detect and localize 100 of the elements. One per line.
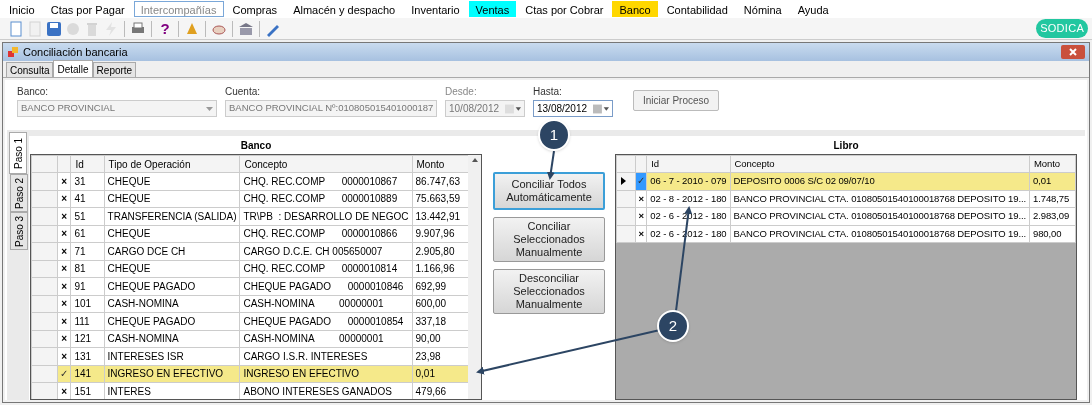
table-cell: CARGO I.S.R. INTERESES xyxy=(239,347,412,365)
table-cell: 71 xyxy=(70,242,105,260)
table-cell: CASH-NOMINA 00000001 xyxy=(239,330,412,348)
step-tab[interactable]: Paso 3 xyxy=(10,212,28,250)
table-cell: BANCO PROVINCIAL CTA. 01080501540100018768 DEPOSITO 19... xyxy=(730,207,1030,225)
table-cell: CASH-NOMINA 00000001 xyxy=(239,295,412,313)
table-cell: TR\PB : DESARROLLO DE NEGOC xyxy=(239,207,412,225)
table-cell: CHEQUE xyxy=(104,190,240,208)
status-mark: × xyxy=(61,210,68,222)
status-mark: × xyxy=(61,263,68,275)
window-title: Conciliación bancaria xyxy=(23,44,128,60)
step-tab[interactable]: Paso 2 xyxy=(10,174,28,212)
table-cell: INGRESO EN EFECTIVO xyxy=(239,365,412,383)
status-mark: × xyxy=(61,333,68,345)
status-mark: × xyxy=(61,280,68,292)
column-header[interactable]: Tipo de Operación xyxy=(104,155,240,173)
table-cell: 61 xyxy=(70,225,105,243)
table-cell: 131 xyxy=(70,347,105,365)
table-cell: TRANSFERENCIA (SALIDA) xyxy=(104,207,240,225)
table-cell: CHQ. REC.COMP 0000010814 xyxy=(239,260,412,278)
tab[interactable]: Reporte xyxy=(92,62,137,77)
table-cell: 1.748,75 xyxy=(1029,190,1076,208)
menu-item[interactable]: Compras xyxy=(225,1,285,17)
logo-badge: SODICA xyxy=(1036,19,1088,38)
help-icon[interactable]: ? xyxy=(157,20,173,37)
status-mark: × xyxy=(61,228,68,240)
table-cell: CASH-NOMINA xyxy=(104,295,240,313)
table-cell: CHEQUE PAGADO 0000010846 xyxy=(239,277,412,295)
table-cell: 91 xyxy=(70,277,105,295)
status-mark: ✓ xyxy=(637,175,646,187)
scroll-up-icon xyxy=(471,158,478,162)
menu-item[interactable]: Ctas por Pagar xyxy=(43,1,132,17)
close-button[interactable] xyxy=(1061,45,1085,59)
menu-item[interactable]: Ayuda xyxy=(790,1,836,17)
menu-item[interactable]: Banco xyxy=(612,1,658,17)
menu-item[interactable]: Ventas xyxy=(468,1,517,17)
column-header[interactable]: Concepto xyxy=(239,155,412,173)
save-icon[interactable] xyxy=(46,20,62,37)
tab[interactable]: Detalle xyxy=(53,60,93,77)
date-picker[interactable]: 13/08/2012 xyxy=(533,100,613,117)
table-cell: CHEQUE xyxy=(104,260,240,278)
table-cell: 06 - 7 - 2010 - 079 xyxy=(646,172,730,190)
field-label: Banco: xyxy=(17,85,50,99)
status-mark: × xyxy=(61,315,68,327)
dropdown-caret-icon xyxy=(206,106,213,111)
table-cell: 81 xyxy=(70,260,105,278)
table-cell: INGRESO EN EFECTIVO xyxy=(104,365,240,383)
window-icon xyxy=(7,46,19,58)
table-cell: 980,00 xyxy=(1029,225,1076,243)
table-cell: 121 xyxy=(70,330,105,348)
menu-item[interactable]: Nómina xyxy=(736,1,789,17)
status-mark: × xyxy=(61,245,68,257)
step-tab[interactable]: Paso 1 xyxy=(9,132,27,174)
panel-title: Libro xyxy=(832,139,860,153)
column-header[interactable]: Id xyxy=(70,155,105,173)
table-cell: CARGO D.C.E. CH 005650007 xyxy=(239,242,412,260)
table-cell: 141 xyxy=(70,365,105,383)
status-mark: × xyxy=(61,350,68,362)
column-header[interactable]: Concepto xyxy=(730,155,1030,173)
table-cell: BANCO PROVINCIAL CTA. 01080501540100018768 DEPOSITO 19... xyxy=(730,190,1030,208)
menu-item[interactable]: Ctas por Cobrar xyxy=(518,1,611,17)
table-cell: CHEQUE PAGADO xyxy=(104,312,240,330)
menu-item[interactable]: Inicio xyxy=(2,1,42,17)
action-button[interactable]: Conciliar Todos Automáticamente xyxy=(493,172,605,210)
column-header[interactable]: Monto xyxy=(1029,155,1076,173)
action-button[interactable]: Conciliar Seleccionados Manualmente xyxy=(493,217,605,262)
table-cell: CHQ. REC.COMP 0000010889 xyxy=(239,190,412,208)
table-cell: CHQ. REC.COMP 0000010866 xyxy=(239,225,412,243)
menu-item[interactable]: Almacén y despacho xyxy=(286,1,403,17)
close-icon xyxy=(1069,48,1077,56)
table-cell: CHEQUE PAGADO 0000010854 xyxy=(239,312,412,330)
status-mark: × xyxy=(61,298,68,310)
document-icon[interactable] xyxy=(8,20,24,37)
pointer-arrow xyxy=(546,150,555,180)
menu-item[interactable]: Intercompañías xyxy=(133,1,224,17)
bank-icon[interactable] xyxy=(238,20,254,37)
tab[interactable]: Consulta xyxy=(6,62,54,77)
row-pointer-icon xyxy=(621,177,626,186)
table-cell: CHEQUE PAGADO xyxy=(104,277,240,295)
menu-item[interactable]: Contabilidad xyxy=(659,1,735,17)
calendar-icon xyxy=(505,103,521,114)
column-header[interactable]: Id xyxy=(646,155,730,173)
status-mark: × xyxy=(638,227,645,239)
table-cell: 101 xyxy=(70,295,105,313)
table-cell: 2.983,09 xyxy=(1029,207,1076,225)
field-label: Desde: xyxy=(445,85,478,99)
status-mark: × xyxy=(638,210,645,222)
calendar-icon xyxy=(593,103,609,114)
table-cell: 0,01 xyxy=(1029,172,1076,190)
status-mark: × xyxy=(61,385,68,397)
table-cell: 02 - 8 - 2012 - 180 xyxy=(646,190,730,208)
table-cell: 51 xyxy=(70,207,105,225)
menu-item[interactable]: Inventario xyxy=(404,1,467,17)
scrollbar[interactable] xyxy=(468,155,481,399)
table-cell: CHEQUE xyxy=(104,172,240,190)
table-cell: CHEQUE xyxy=(104,225,240,243)
status-mark: × xyxy=(61,193,68,205)
action-button[interactable]: Desconciliar Seleccionados Manualmente xyxy=(493,269,605,314)
panel-title: Banco xyxy=(239,139,273,153)
status-mark: × xyxy=(61,175,68,187)
